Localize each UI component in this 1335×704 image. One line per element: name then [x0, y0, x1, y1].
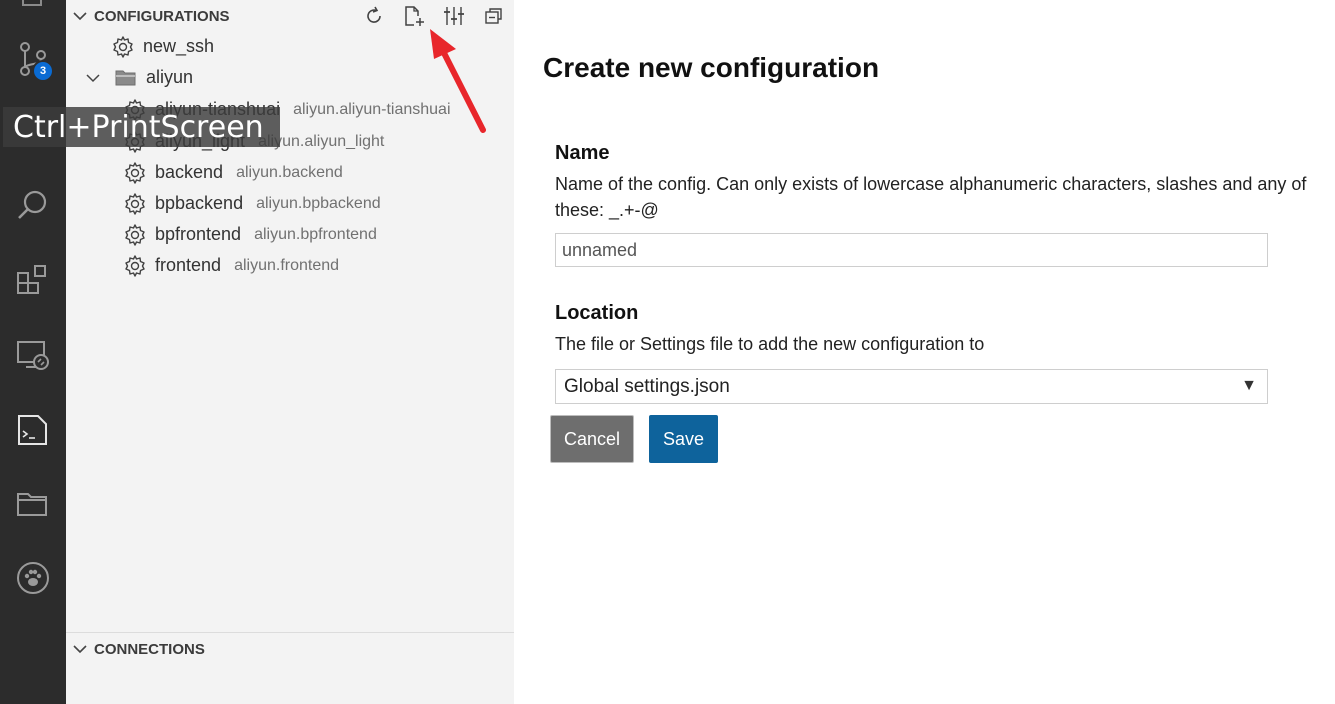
- create-configuration-form: Create new configuration Name Name of th…: [514, 0, 1335, 704]
- tree-item[interactable]: bpfrontend aliyun.bpfrontend: [123, 219, 377, 250]
- configurations-header-label: CONFIGURATIONS: [94, 7, 230, 25]
- tree-item[interactable]: frontend aliyun.frontend: [123, 250, 339, 281]
- tree-item[interactable]: bpbackend aliyun.bpbackend: [123, 188, 381, 219]
- search-icon[interactable]: [0, 180, 66, 230]
- tree-item-label: backend: [155, 162, 224, 182]
- tree-item[interactable]: new_ssh: [111, 31, 214, 62]
- tree-item-label: bpbackend: [155, 193, 244, 213]
- name-input[interactable]: unnamed: [555, 233, 1268, 267]
- location-selected-value: Global settings.json: [564, 375, 730, 397]
- connections-section-header[interactable]: CONNECTIONS: [66, 634, 514, 664]
- dropdown-arrow-icon: ▼: [1241, 377, 1257, 394]
- gear-icon: [123, 192, 147, 216]
- chevron-down-icon: [66, 644, 94, 654]
- tree-item-label: frontend: [155, 255, 222, 275]
- section-divider: [66, 632, 514, 633]
- explorer-icon[interactable]: [0, 0, 66, 20]
- gear-icon: [123, 254, 147, 278]
- folder-icon: [114, 66, 138, 90]
- name-label: Name: [555, 142, 610, 164]
- chevron-down-icon: [66, 11, 94, 21]
- folder-icon[interactable]: [0, 478, 66, 528]
- remote-explorer-icon[interactable]: [0, 330, 66, 380]
- source-control-badge: 3: [32, 60, 54, 82]
- location-description: The file or Settings file to add the new…: [555, 334, 985, 354]
- gear-icon: [123, 223, 147, 247]
- annotation-arrow: [430, 29, 486, 133]
- terminal-icon[interactable]: [0, 405, 66, 455]
- tree-item-description: aliyun.bpfrontend: [254, 225, 377, 243]
- activity-bar: 3: [0, 0, 66, 704]
- tree-item[interactable]: backend aliyun.backend: [123, 157, 343, 188]
- name-description: Name of the config. Can only exists of l…: [555, 174, 1307, 220]
- page-title: Create new configuration: [543, 52, 880, 83]
- tree-item-label: new_ssh: [143, 36, 215, 56]
- chevron-down-icon: [84, 66, 102, 90]
- connections-header-label: CONNECTIONS: [94, 640, 205, 658]
- save-button[interactable]: Save: [649, 415, 718, 463]
- cancel-button[interactable]: Cancel: [550, 415, 634, 463]
- gear-icon: [123, 161, 147, 185]
- location-select[interactable]: Global settings.json ▼: [555, 369, 1268, 404]
- extensions-icon[interactable]: [0, 255, 66, 305]
- keyboard-shortcut-tooltip: Ctrl+PrintScreen: [3, 107, 280, 147]
- refresh-icon[interactable]: [354, 1, 394, 31]
- gear-icon: [111, 35, 135, 59]
- tree-item-label: aliyun: [146, 67, 194, 87]
- tree-item-description: aliyun.frontend: [234, 256, 340, 274]
- location-label: Location: [555, 302, 639, 324]
- paw-icon[interactable]: [0, 553, 66, 603]
- tree-folder[interactable]: aliyun: [84, 62, 193, 93]
- tree-item-label: bpfrontend: [155, 224, 242, 244]
- tree-item-description: aliyun.backend: [236, 163, 343, 181]
- tree-item-description: aliyun.bpbackend: [256, 194, 381, 212]
